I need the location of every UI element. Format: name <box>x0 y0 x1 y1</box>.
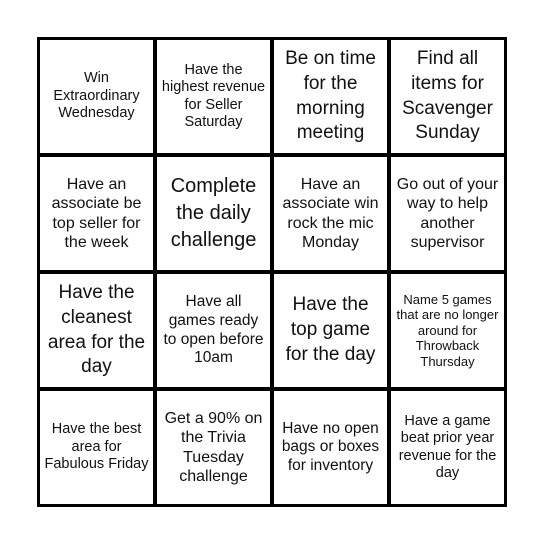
cell-text: Have an associate be top seller for the … <box>51 176 142 251</box>
cell-text: Win Extraordinary Wednesday <box>53 70 140 122</box>
cell-text: Have the best area for Fabulous Friday <box>44 421 149 473</box>
bingo-cell[interactable]: Have the top game for the day <box>274 274 387 387</box>
cell-text: Be on time for the morning meeting <box>285 48 376 144</box>
cell-text: Have the highest revenue for Seller Satu… <box>161 61 266 130</box>
cell-text: Have a game beat prior year revenue for … <box>398 412 497 481</box>
bingo-cell[interactable]: Find all items for Scavenger Sunday <box>391 40 504 153</box>
bingo-cell[interactable]: Have all games ready to open before 10am <box>157 274 270 387</box>
bingo-cell[interactable]: Have an associate be top seller for the … <box>40 157 153 270</box>
bingo-cell[interactable]: Have the cleanest area for the day <box>40 274 153 387</box>
cell-text: Go out of your way to help another super… <box>396 176 499 251</box>
cell-text: Have the cleanest area for the day <box>47 282 146 378</box>
cell-text: Have no open bags or boxes for inventory <box>281 419 380 474</box>
bingo-cell[interactable]: Have no open bags or boxes for inventory <box>274 391 387 504</box>
bingo-cell[interactable]: Be on time for the morning meeting <box>274 40 387 153</box>
bingo-cell[interactable]: Get a 90% on the Trivia Tuesday challeng… <box>157 391 270 504</box>
bingo-board: Win Extraordinary Wednesday Have the hig… <box>37 37 507 507</box>
bingo-cell[interactable]: Go out of your way to help another super… <box>391 157 504 270</box>
cell-text: Have the top game for the day <box>285 294 376 365</box>
cell-text: Name 5 games that are no longer around f… <box>396 291 499 369</box>
cell-text: Get a 90% on the Trivia Tuesday challeng… <box>164 410 263 485</box>
bingo-cell[interactable]: Have a game beat prior year revenue for … <box>391 391 504 504</box>
bingo-cell[interactable]: Have the highest revenue for Seller Satu… <box>157 40 270 153</box>
bingo-cell[interactable]: Win Extraordinary Wednesday <box>40 40 153 153</box>
cell-text: Have all games ready to open before 10am <box>163 293 264 367</box>
bingo-cell[interactable]: Complete the daily challenge <box>157 157 270 270</box>
cell-text: Find all items for Scavenger Sunday <box>402 48 493 144</box>
bingo-cell[interactable]: Have an associate win rock the mic Monda… <box>274 157 387 270</box>
cell-text: Have an associate win rock the mic Monda… <box>282 176 379 251</box>
bingo-cell[interactable]: Have the best area for Fabulous Friday <box>40 391 153 504</box>
cell-text: Complete the daily challenge <box>170 175 257 251</box>
bingo-cell[interactable]: Name 5 games that are no longer around f… <box>391 274 504 387</box>
